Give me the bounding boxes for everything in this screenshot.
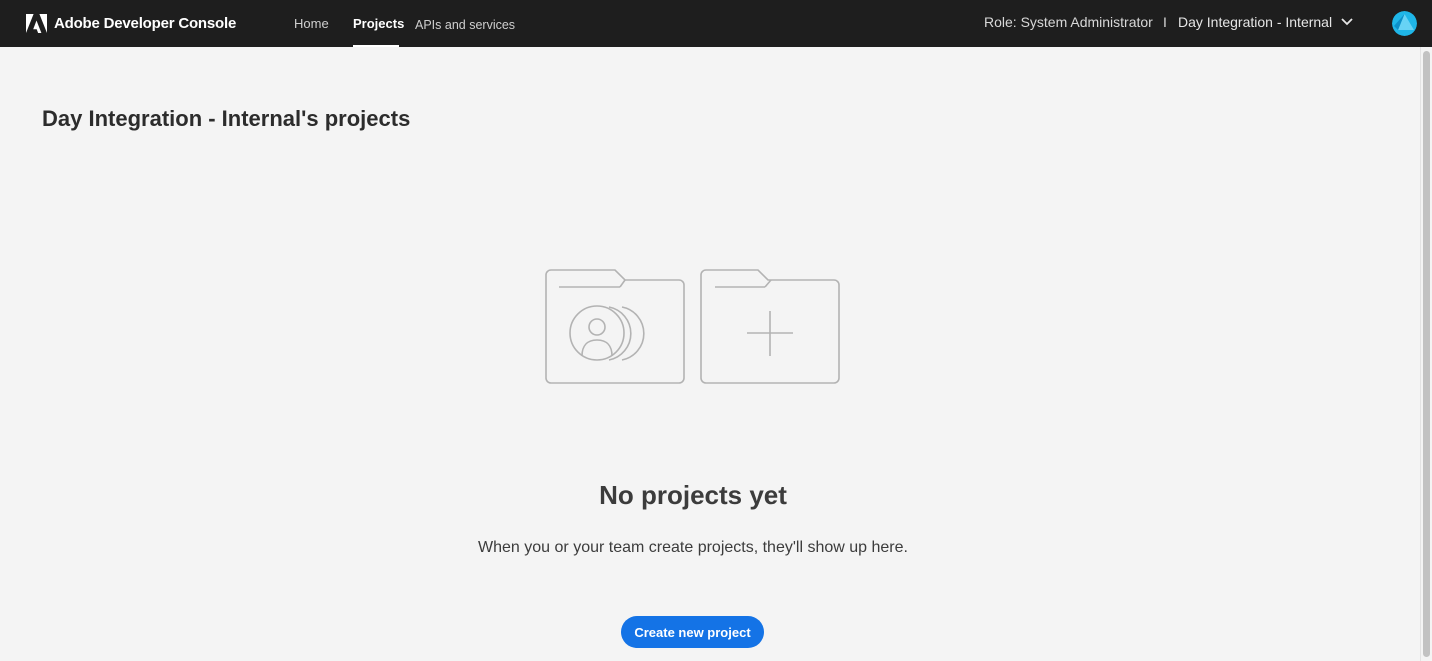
scrollbar-thumb[interactable] [1423,51,1430,657]
folder-people-icon [545,269,685,384]
role-label: Role: System Administrator [984,14,1153,30]
top-navigation-bar: Adobe Developer Console Home Projects AP… [0,0,1432,47]
brand[interactable]: Adobe Developer Console [26,13,236,33]
tab-apis-and-services[interactable]: APIs and services [415,0,515,47]
adobe-logo-icon [26,13,47,33]
tab-apis-label: APIs and services [415,18,516,32]
chevron-down-icon [1341,18,1353,26]
tab-projects-label: Projects [353,16,405,31]
empty-state-title: No projects yet [599,480,787,510]
org-switcher[interactable]: Day Integration - Internal [1178,12,1353,32]
header-separator: I [1163,14,1167,30]
org-name: Day Integration - Internal [1178,14,1333,30]
tab-home[interactable]: Home [294,0,330,47]
folder-add-icon [700,269,840,384]
empty-state-illustration [545,268,845,393]
empty-state-description: When you or your team create projects, t… [478,539,908,556]
tab-projects[interactable]: Projects [353,0,404,47]
user-avatar-icon[interactable] [1392,11,1417,36]
create-new-project-button[interactable]: Create new project [621,616,764,648]
page-title: Day Integration - Internal's projects [42,106,411,131]
tab-home-label: Home [294,16,329,31]
app-name: Adobe Developer Console [54,14,237,32]
vertical-scrollbar[interactable] [1420,47,1432,661]
